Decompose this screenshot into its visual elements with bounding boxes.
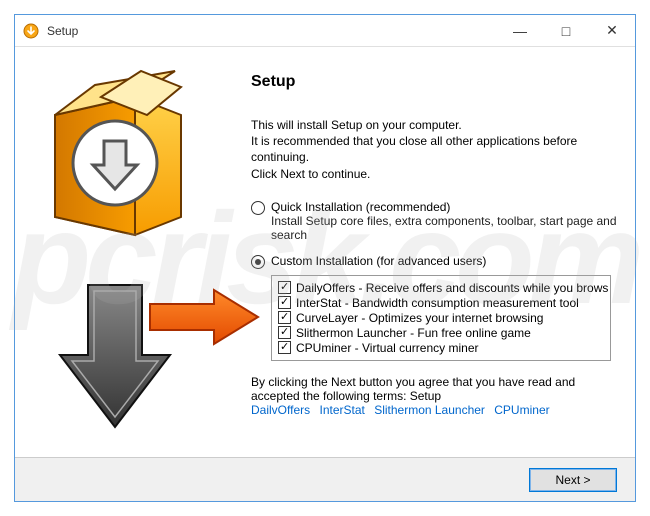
terms-text: By clicking the Next button you agree th… bbox=[251, 375, 627, 389]
package-icon bbox=[33, 67, 198, 257]
component-label: DailyOffers - Receive offers and discoun… bbox=[296, 281, 608, 295]
component-item: InterStat - Bandwidth consumption measur… bbox=[278, 296, 604, 310]
terms-link[interactable]: CPUminer bbox=[494, 403, 549, 417]
custom-install-radio[interactable] bbox=[251, 255, 265, 269]
footer-bar: Next > bbox=[15, 457, 635, 501]
titlebar: Setup — □ ✕ bbox=[15, 15, 635, 47]
right-panel: Setup This will install Setup on your co… bbox=[215, 47, 635, 457]
window-title: Setup bbox=[47, 24, 78, 38]
next-button[interactable]: Next > bbox=[529, 468, 617, 492]
component-checkbox[interactable] bbox=[278, 296, 291, 309]
component-item: CurveLayer - Optimizes your internet bro… bbox=[278, 311, 604, 325]
minimize-button[interactable]: — bbox=[497, 15, 543, 47]
component-label: Slithermon Launcher - Fun free online ga… bbox=[296, 326, 531, 340]
component-checkbox[interactable] bbox=[278, 281, 291, 294]
quick-install-radio[interactable] bbox=[251, 201, 265, 215]
window: Setup — □ ✕ bbox=[14, 14, 636, 502]
content-area: Setup This will install Setup on your co… bbox=[15, 47, 635, 457]
terms-links: DailvOffers InterStat Slithermon Launche… bbox=[251, 403, 627, 417]
component-label: CurveLayer - Optimizes your internet bro… bbox=[296, 311, 543, 325]
page-title: Setup bbox=[251, 73, 627, 91]
window-controls: — □ ✕ bbox=[497, 15, 635, 47]
terms-link[interactable]: Slithermon Launcher bbox=[374, 403, 485, 417]
component-checkbox[interactable] bbox=[278, 326, 291, 339]
terms-text: accepted the following terms: Setup bbox=[251, 389, 627, 403]
terms-link[interactable]: DailvOffers bbox=[251, 403, 310, 417]
component-checkbox[interactable] bbox=[278, 341, 291, 354]
quick-install-desc: Install Setup core files, extra componen… bbox=[271, 214, 627, 242]
component-item: CPUminer - Virtual currency miner bbox=[278, 341, 604, 355]
quick-install-label: Quick Installation (recommended) bbox=[271, 200, 627, 214]
intro-line: Click Next to continue. bbox=[251, 166, 627, 182]
custom-install-label: Custom Installation (for advanced users) bbox=[271, 254, 627, 268]
component-checkbox[interactable] bbox=[278, 311, 291, 324]
intro-line: It is recommended that you close all oth… bbox=[251, 133, 627, 165]
component-label: CPUminer - Virtual currency miner bbox=[296, 341, 479, 355]
download-arrow-icon bbox=[50, 277, 180, 447]
terms-block: By clicking the Next button you agree th… bbox=[251, 375, 627, 417]
maximize-button[interactable]: □ bbox=[543, 15, 589, 47]
left-panel bbox=[15, 47, 215, 457]
component-item: Slithermon Launcher - Fun free online ga… bbox=[278, 326, 604, 340]
custom-install-option: Custom Installation (for advanced users) bbox=[251, 254, 627, 269]
component-item: DailyOffers - Receive offers and discoun… bbox=[278, 281, 604, 295]
intro-line: This will install Setup on your computer… bbox=[251, 117, 627, 133]
components-list: DailyOffers - Receive offers and discoun… bbox=[271, 275, 611, 361]
terms-link[interactable]: InterStat bbox=[319, 403, 364, 417]
app-icon bbox=[23, 23, 39, 39]
close-button[interactable]: ✕ bbox=[589, 15, 635, 47]
component-label: InterStat - Bandwidth consumption measur… bbox=[296, 296, 579, 310]
quick-install-option: Quick Installation (recommended) Install… bbox=[251, 200, 627, 242]
intro-text: This will install Setup on your computer… bbox=[251, 117, 627, 182]
